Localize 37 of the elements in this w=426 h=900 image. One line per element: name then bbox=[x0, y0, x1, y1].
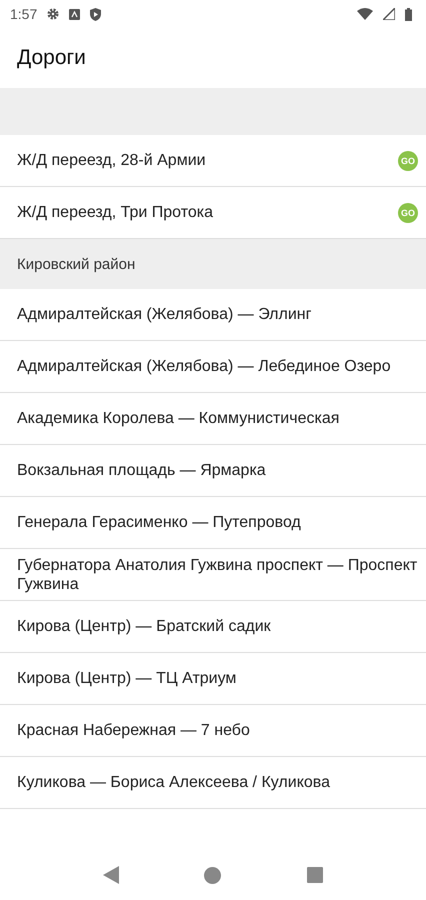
list-item[interactable]: Академика Королева — Коммунистическая bbox=[0, 393, 426, 445]
item-label: Ж/Д переезд, 28-й Армии bbox=[17, 151, 207, 170]
battery-icon bbox=[405, 8, 412, 20]
list-item[interactable]: Ж/Д переезд, 28-й Армии GO bbox=[0, 135, 426, 187]
keyboard-icon bbox=[69, 8, 80, 20]
list-item[interactable]: Вокзальная площадь — Ярмарка bbox=[0, 445, 426, 497]
list-item[interactable]: Адмиралтейская (Желябова) — Эллинг bbox=[0, 289, 426, 341]
list-item[interactable]: Губернатора Анатолия Гужвина проспект — Проспект Гужвина bbox=[0, 549, 426, 601]
list-item[interactable]: Адмиралтейская (Желябова) — Лебединое Озеро bbox=[0, 341, 426, 393]
go-badge: GO bbox=[398, 202, 418, 222]
go-badge: GO bbox=[398, 150, 418, 170]
item-label: Кирова (Центр) — Братский садик bbox=[17, 617, 272, 636]
home-icon[interactable] bbox=[204, 866, 222, 884]
item-label: Кирова (Центр) — ТЦ Атриум bbox=[17, 669, 238, 688]
screen-title: Дороги bbox=[17, 46, 86, 70]
list-item[interactable]: Куликова — Бориса Алексеева / Куликова bbox=[0, 757, 426, 809]
shield-icon bbox=[90, 8, 102, 20]
list-item[interactable]: Кирова (Центр) — ТЦ Атриум bbox=[0, 653, 426, 705]
item-label: Академика Королева — Коммунистическая bbox=[17, 409, 340, 428]
wifi-icon bbox=[357, 8, 373, 20]
item-label: Красная Набережная — 7 небо bbox=[17, 721, 251, 740]
item-label: Генерала Герасименко — Путепровод bbox=[17, 513, 302, 532]
item-label: Ж/Д переезд, Три Протока bbox=[17, 203, 214, 222]
gear-icon bbox=[47, 8, 60, 20]
item-label: Вокзальная площадь — Ярмарка bbox=[17, 461, 267, 480]
status-time: 1:57 bbox=[10, 6, 38, 22]
item-label: Губернатора Анатолия Гужвина проспект — Проспект Гужвина bbox=[17, 556, 418, 594]
list-item[interactable]: Генерала Герасименко — Путепровод bbox=[0, 497, 426, 549]
item-label: Адмиралтейская (Желябова) — Лебединое Озеро bbox=[17, 357, 392, 376]
list-item[interactable]: Красная Набережная — 7 небо bbox=[0, 705, 426, 757]
section-title: Кировский район bbox=[17, 256, 136, 272]
signal-icon bbox=[383, 8, 395, 20]
recents-icon[interactable] bbox=[307, 867, 324, 883]
back-icon[interactable] bbox=[102, 866, 119, 884]
list-item[interactable]: Кирова (Центр) — Братский садик bbox=[0, 601, 426, 653]
item-label: Адмиралтейская (Желябова) — Эллинг bbox=[17, 305, 312, 324]
item-label: Куликова — Бориса Алексеева / Куликова bbox=[17, 773, 331, 792]
